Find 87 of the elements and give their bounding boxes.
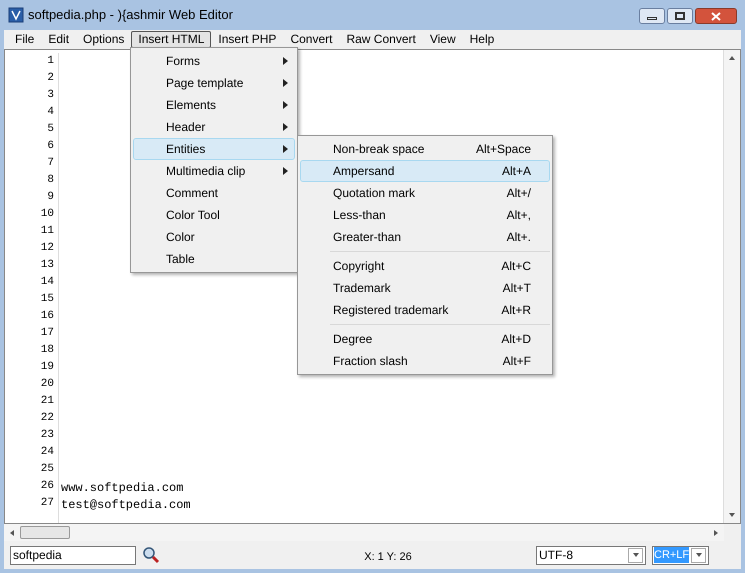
code-line: www.softpedia.com [61,481,184,495]
code-line: test@softpedia.com [61,498,191,512]
menu-item[interactable]: Options [76,30,132,48]
line-number: 7 [46,156,55,171]
menu-item[interactable]: Insert HTML [131,30,212,48]
line-number: 8 [46,173,55,188]
cursor-position: X: 1 Y: 26 [364,550,412,565]
shortcut-label: Alt+. [506,229,531,246]
menu-item[interactable]: Help [462,30,502,48]
line-number: 24 [40,445,55,460]
line-number: 17 [40,326,55,341]
shortcut-label: Alt+/ [506,185,531,202]
submenu-option[interactable]: Ampersand Alt+A [300,160,550,182]
line-number: 3 [46,88,55,103]
line-number: 13 [40,258,55,273]
submenu-option[interactable]: Registered trademark Alt+R [330,299,550,321]
shortcut-label: Alt+R [501,302,531,319]
line-number: 27 [40,496,55,511]
arrow-icon [728,54,736,62]
line-number: 15 [40,292,55,307]
line-number: 25 [40,462,55,477]
menu-item[interactable]: Raw Convert [339,30,423,48]
maximize-button[interactable] [667,8,693,24]
search-field[interactable]: softpedia [10,546,136,564]
shortcut-label: Alt+, [506,207,531,224]
menu-option[interactable]: Elements [133,94,295,116]
line-number: 2 [46,71,55,86]
submenu-option[interactable]: Less-than Alt+, [300,204,550,226]
line-number: 19 [40,360,55,375]
submenu-option[interactable]: Fraction slash Alt+F [330,350,550,372]
line-number: 26 [40,479,55,494]
horizontal-scrollbar[interactable] [4,524,724,541]
arrow-icon [712,528,720,536]
minimize-button[interactable] [639,8,665,24]
menu-option[interactable]: Entities [133,138,295,160]
shortcut-label: Alt+Space [476,141,531,158]
submenu-option[interactable]: Greater-than Alt+. [300,226,550,248]
menu-option[interactable]: Color [133,226,295,248]
menu-option[interactable]: Comment [133,182,295,204]
submenu-option[interactable]: Quotation mark Alt+/ [300,182,550,204]
line-number: 22 [40,411,55,426]
shortcut-label: Alt+T [502,280,531,297]
arrow-icon [632,551,640,559]
shortcut-label: Alt+D [501,331,531,348]
menu-item[interactable]: Edit [41,30,76,48]
line-number: 12 [40,241,55,256]
submenu-option[interactable]: Trademark Alt+T [330,277,550,299]
line-number: 10 [40,207,55,222]
menu-item[interactable]: View [422,30,463,48]
line-number: 16 [40,309,55,324]
line-number: 4 [46,105,55,120]
line-number: 9 [46,190,55,205]
shortcut-label: Alt+A [502,163,531,180]
submenu-option[interactable]: Copyright Alt+C [330,255,550,277]
line-number: 20 [40,377,55,392]
menu-item[interactable]: File [8,30,42,48]
line-number: 11 [40,224,55,239]
close-button[interactable] [695,8,737,24]
close-icon [711,12,721,20]
menu-option[interactable]: Header [133,116,295,138]
menu-option[interactable]: Multimedia clip [133,160,295,182]
line-number: 23 [40,428,55,443]
window-title: softpedia.php - ){ashmir Web Editor [28,6,234,24]
menu-option[interactable]: Forms [133,50,295,72]
line-number: 6 [46,139,55,154]
line-number: 21 [40,394,55,409]
arrow-icon [728,511,736,519]
arrow-icon [694,551,702,559]
arrow-icon [8,528,16,536]
shortcut-label: Alt+F [502,353,531,370]
submenu-option[interactable]: Non-break space Alt+Space [300,138,550,160]
menu-item[interactable]: Convert [283,30,340,48]
line-number: 1 [46,54,55,69]
menu-option[interactable]: Color Tool [133,204,295,226]
shortcut-label: Alt+C [501,258,531,275]
line-number: 14 [40,275,55,290]
vertical-scrollbar[interactable] [723,50,740,523]
line-number: 5 [46,122,55,137]
menu-item[interactable]: Insert PHP [211,30,284,48]
menu-option[interactable]: Table [133,248,295,270]
scrollbar-thumb[interactable] [20,526,70,539]
app-icon [8,7,24,23]
search-icon[interactable] [142,546,160,564]
line-number: 18 [40,343,55,358]
submenu-option[interactable]: Degree Alt+D [330,328,550,350]
menu-option[interactable]: Page template [133,72,295,94]
encoding-dropdown[interactable]: UTF-8 [536,546,646,564]
